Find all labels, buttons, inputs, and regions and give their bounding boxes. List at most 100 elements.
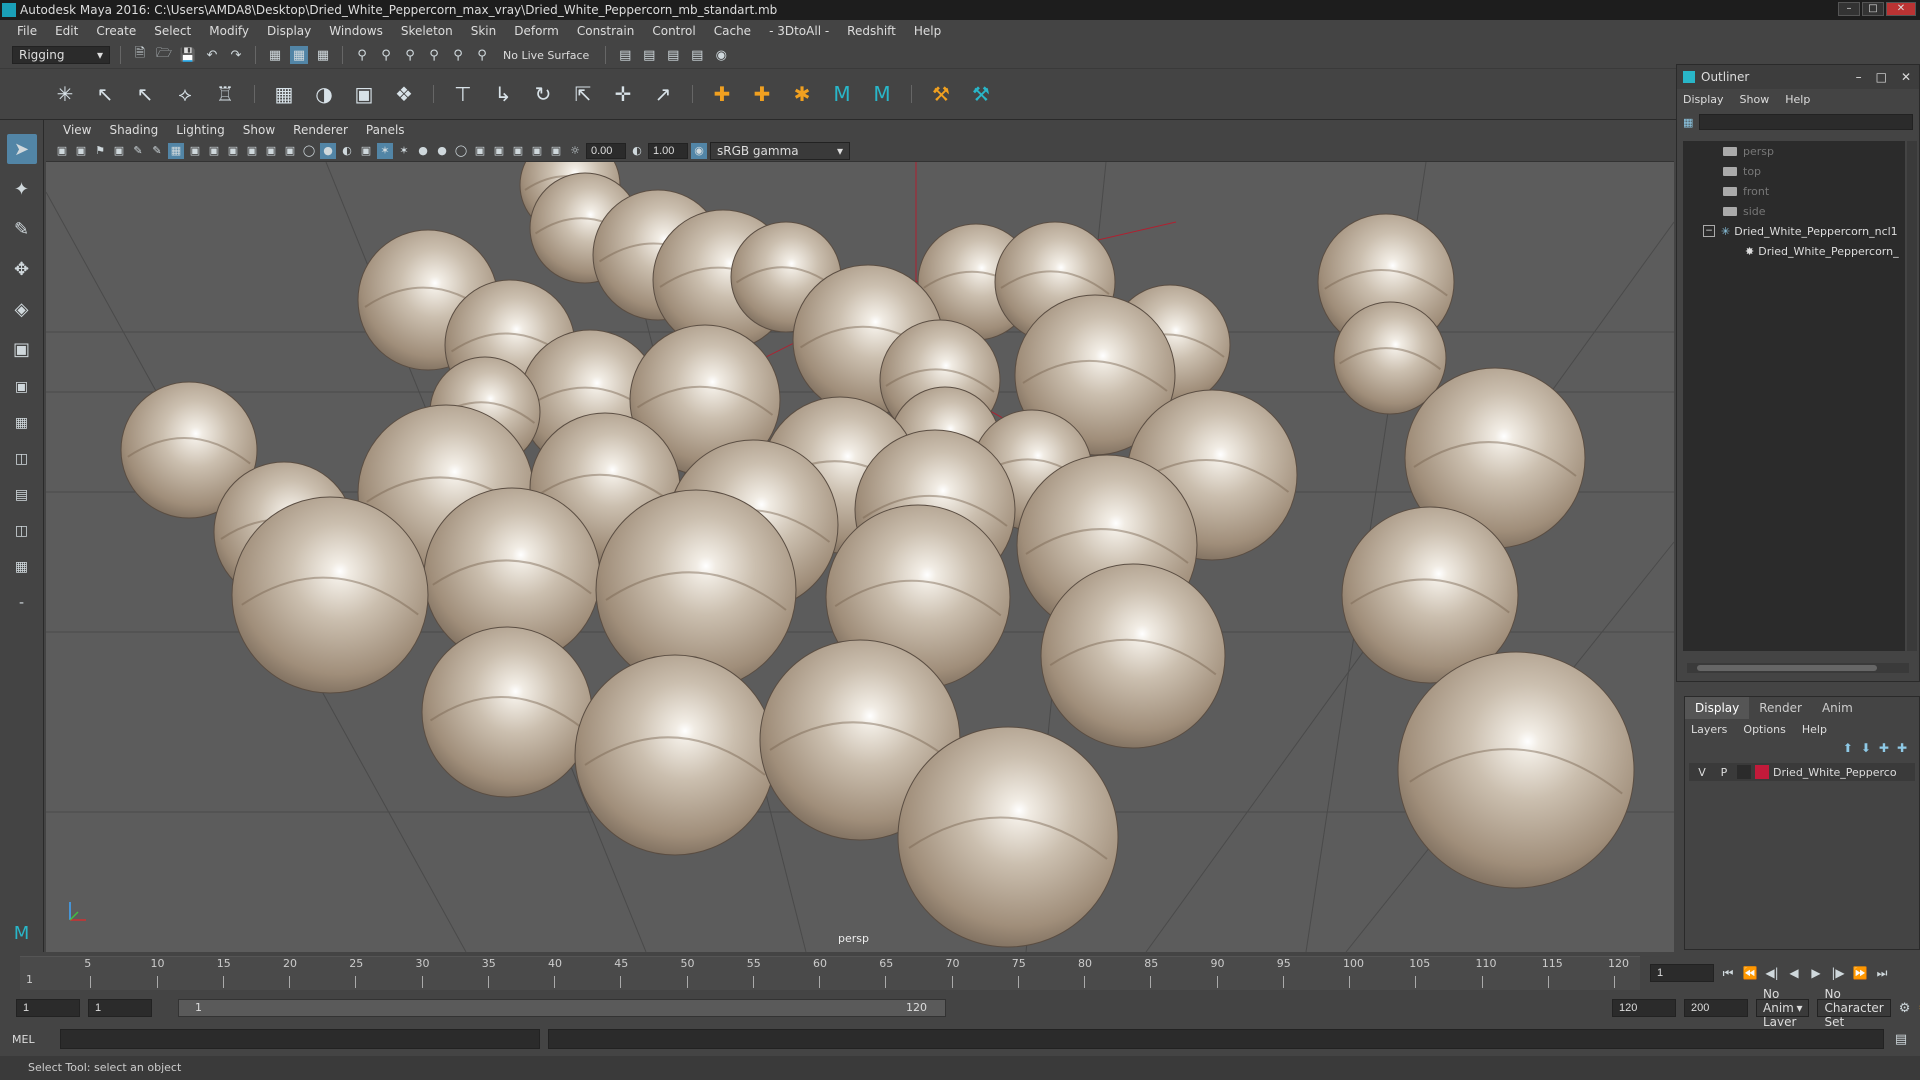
lock-camera-icon[interactable]: ✎ [149,143,165,159]
close-icon[interactable]: ✕ [1886,2,1916,16]
layer-type-box[interactable] [1737,765,1751,779]
layer-menu-options[interactable]: Options [1743,723,1785,736]
menu-skin[interactable]: Skin [462,24,506,38]
new-scene-icon[interactable]: 🗎 [131,46,149,64]
new-layer-icon[interactable]: ✚ [1879,741,1889,755]
new-layer-selected-icon[interactable]: ✚ [1897,741,1907,755]
play-forwards-icon[interactable]: ▶ [1808,966,1824,980]
xray-icon[interactable]: ▣ [510,143,526,159]
tab-anim[interactable]: Anim [1812,697,1863,719]
ik-spline-icon[interactable]: ↖ [130,79,160,109]
layout-single-icon[interactable]: ▣ [7,374,37,400]
lasso-tool-icon[interactable]: ✦ [7,174,37,204]
skeleton-icon[interactable]: ✱ [787,79,817,109]
redo-icon[interactable]: ↷ [227,46,245,64]
bind-skin-icon[interactable]: ▦ [269,79,299,109]
graph-editor-icon[interactable]: ⚒ [966,79,996,109]
gamma-field[interactable] [648,142,688,159]
select-object-icon[interactable]: ▦ [290,46,308,64]
snap-point-icon[interactable]: ⚲ [401,46,419,64]
scale-tool-icon[interactable]: ▣ [7,334,37,364]
rotate-tool-icon[interactable]: ◈ [7,294,37,324]
playback-start-field[interactable] [88,999,152,1017]
persp-viewport[interactable]: View Shading Lighting Show Renderer Pane… [46,120,1674,952]
menu-set-dropdown[interactable]: Rigging ▾ [12,46,110,64]
outliner-menu-display[interactable]: Display [1683,93,1724,106]
exposure-icon[interactable]: ☼ [567,143,583,159]
vp-menu-view[interactable]: View [54,123,100,137]
menu-modify[interactable]: Modify [200,24,258,38]
hik-icon[interactable]: M [827,79,857,109]
render-view-icon[interactable]: ▤ [688,46,706,64]
vp-menu-shading[interactable]: Shading [100,123,167,137]
live-magnet-icon[interactable]: ⚲ [473,46,491,64]
locator-icon[interactable]: ✚ [707,79,737,109]
peppercorn-mesh[interactable] [1040,563,1226,749]
peppercorn-mesh[interactable] [897,726,1119,948]
field-chart-icon[interactable]: ▣ [244,143,260,159]
joint-orient-icon[interactable]: ✚ [747,79,777,109]
move-tool-icon[interactable]: ✥ [7,254,37,284]
peppercorn-mesh[interactable] [1397,651,1635,889]
tab-render[interactable]: Render [1749,697,1812,719]
peppercorn-mesh[interactable] [421,626,593,798]
live-surface-label[interactable]: No Live Surface [497,49,595,62]
menu-windows[interactable]: Windows [320,24,392,38]
minimize-icon[interactable]: – [1838,2,1860,16]
outliner-menu-help[interactable]: Help [1785,93,1810,106]
filter-icon[interactable]: ▦ [1683,116,1693,129]
auto-key-icon[interactable]: ⚙ [1899,999,1911,1017]
undo-icon[interactable]: ↶ [203,46,221,64]
xray-joints-icon[interactable]: ▣ [529,143,545,159]
step-back-frame-icon[interactable]: ◀| [1764,966,1780,980]
outliner-horizontal-scrollbar[interactable] [1687,663,1909,673]
snap-curve-icon[interactable]: ⚲ [377,46,395,64]
menu-redshift[interactable]: Redshift [838,24,905,38]
ambient-occlusion-icon[interactable]: ● [415,143,431,159]
outliner-search-input[interactable] [1699,114,1913,130]
vp-menu-lighting[interactable]: Lighting [167,123,234,137]
command-language-label[interactable]: MEL [12,1033,52,1046]
select-hierarchy-icon[interactable]: ▦ [266,46,284,64]
snap-view-icon[interactable]: ⚲ [425,46,443,64]
view-transform-dropdown[interactable]: sRGB gamma ▾ [710,141,850,160]
peppercorn-mesh[interactable] [231,496,429,694]
quick-rig-icon[interactable]: ♖ [210,79,240,109]
wireframe-on-shaded-icon[interactable]: ◐ [339,143,355,159]
color-management-icon[interactable]: ◉ [691,142,707,159]
use-all-lights-icon[interactable]: ✶ [377,142,393,159]
layer-visibility-toggle[interactable]: V [1693,766,1711,779]
layout-outliner-icon[interactable]: ▤ [7,482,37,508]
shadows-icon[interactable]: ✶ [396,143,412,159]
vp-menu-renderer[interactable]: Renderer [284,123,357,137]
outliner-item-side[interactable]: side [1683,201,1905,221]
menu-display[interactable]: Display [258,24,320,38]
ipr-render-icon[interactable]: ▤ [664,46,682,64]
camera-select-icon[interactable]: ▣ [54,143,70,159]
orient-constraint-icon[interactable]: ↻ [528,79,558,109]
command-input[interactable] [60,1029,540,1049]
layer-menu-layers[interactable]: Layers [1691,723,1727,736]
outliner-item-group[interactable]: − ✳ Dried_White_Peppercorn_ncl1 [1683,221,1905,241]
anti-aliasing-icon[interactable]: ◯ [453,143,469,159]
bookmark-icon[interactable]: ⚑ [92,143,108,159]
layout-four-icon[interactable]: ▦ [7,410,37,436]
character-set-dropdown[interactable]: No Character Set [1817,987,1891,1029]
current-frame-field[interactable] [1650,964,1714,982]
move-layer-up-icon[interactable]: ⬆ [1843,741,1853,755]
paint-select-icon[interactable]: ✎ [7,214,37,244]
playback-end-field[interactable] [1612,999,1676,1017]
layer-playback-toggle[interactable]: P [1715,766,1733,779]
menu-3dtoall[interactable]: - 3DtoAll - [760,24,838,38]
xray-components-icon[interactable]: ▣ [548,143,564,159]
close-icon[interactable]: ✕ [1901,70,1911,84]
exposure-field[interactable] [586,142,626,159]
minimize-icon[interactable]: – [1856,70,1862,84]
maximize-icon[interactable]: □ [1876,70,1887,84]
move-layer-down-icon[interactable]: ⬇ [1861,741,1871,755]
safe-title-icon[interactable]: ▣ [282,143,298,159]
snap-surface-icon[interactable]: ⚲ [449,46,467,64]
collapse-toggle-icon[interactable]: − [1703,225,1715,237]
layout-hypershade-icon[interactable]: ▦ [7,554,37,580]
pole-vector-icon[interactable]: ↗ [648,79,678,109]
